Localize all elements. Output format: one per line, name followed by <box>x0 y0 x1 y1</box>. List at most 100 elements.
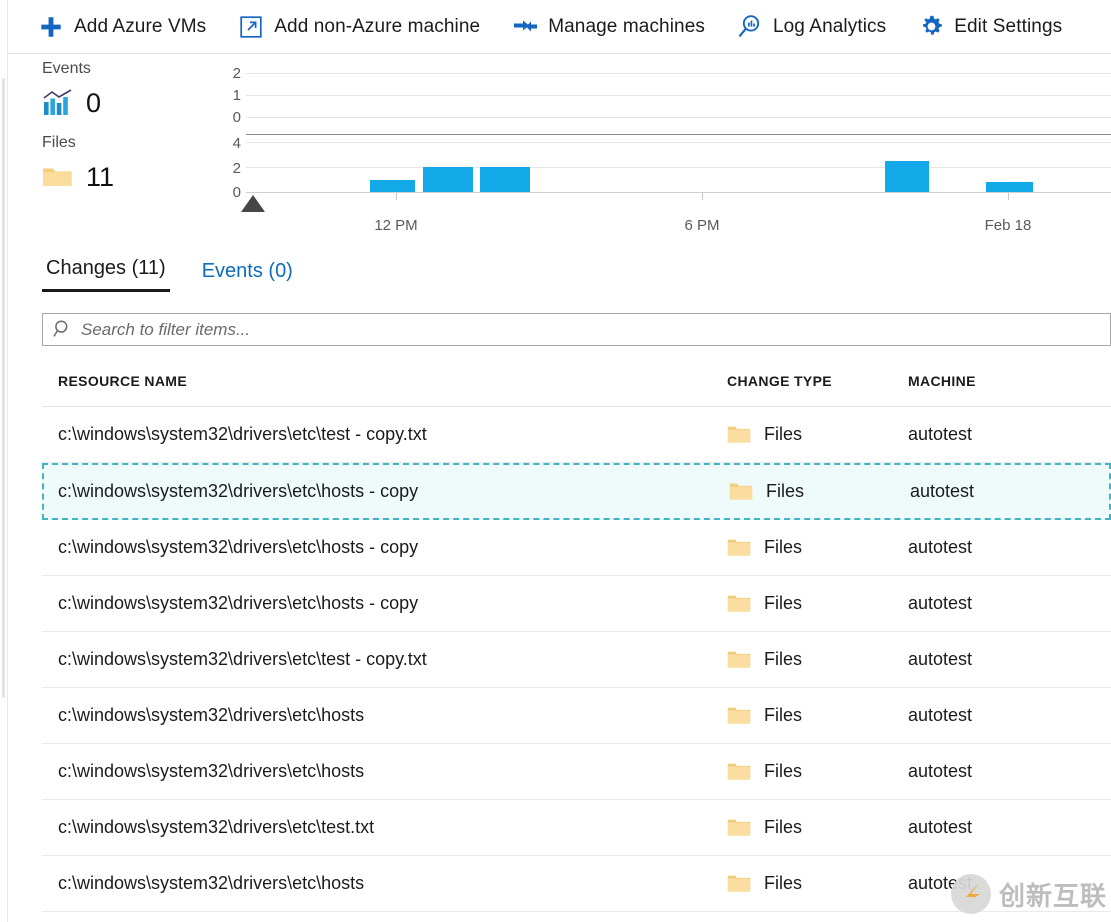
ytick-files-2: 2 <box>233 161 241 176</box>
manage-machines-icon <box>512 14 538 40</box>
gridline-events-1 <box>246 95 1111 96</box>
search-input[interactable] <box>79 315 1110 344</box>
table-row[interactable]: c:\windows\system32\drivers\etc\hostsFil… <box>42 744 1111 800</box>
table-row[interactable]: c:\windows\system32\drivers\etc\hosts - … <box>42 576 1111 632</box>
add-non-azure-machine-button[interactable]: Add non-Azure machine <box>238 0 494 54</box>
table-body: c:\windows\system32\drivers\etc\test - c… <box>42 407 1111 912</box>
folder-icon <box>727 817 753 839</box>
tab-changes-label: Changes (11) <box>46 257 166 279</box>
change-type-label: Files <box>764 649 802 670</box>
manage-machines-label: Manage machines <box>548 16 705 38</box>
files-count: 11 <box>86 162 114 192</box>
cell-machine: autotest <box>908 649 1111 670</box>
ytick-events-2: 2 <box>233 66 241 81</box>
column-header-resource-name[interactable]: RESOURCE NAME <box>42 373 727 389</box>
folder-icon <box>42 161 80 193</box>
cell-machine: autotest <box>908 424 1111 445</box>
cell-resource-name: c:\windows\system32\drivers\etc\hosts <box>42 873 727 894</box>
change-type-label: Files <box>764 424 802 445</box>
add-azure-vms-button[interactable]: Add Azure VMs <box>38 0 220 54</box>
cell-machine: autotest <box>908 705 1111 726</box>
cell-change-type: Files <box>727 593 908 615</box>
cell-resource-name: c:\windows\system32\drivers\etc\test - c… <box>42 424 727 445</box>
gear-icon <box>918 14 944 40</box>
cell-resource-name: c:\windows\system32\drivers\etc\test.txt <box>42 817 727 838</box>
table-row[interactable]: c:\windows\system32\drivers\etc\hosts - … <box>42 520 1111 576</box>
cell-change-type: Files <box>727 761 908 783</box>
change-timeline-chart[interactable]: 2 1 0 4 2 0 12 PM 6 PM Feb 18 <box>203 54 1111 244</box>
cell-resource-name: c:\windows\system32\drivers\etc\hosts - … <box>44 481 729 502</box>
log-analytics-magnifier-icon <box>737 14 763 40</box>
table-row-selected[interactable]: c:\windows\system32\drivers\etc\hosts - … <box>42 463 1111 520</box>
manage-machines-button[interactable]: Manage machines <box>512 0 719 54</box>
cell-change-type: Files <box>727 705 908 727</box>
cell-machine: autotest <box>908 817 1111 838</box>
cell-resource-name: c:\windows\system32\drivers\etc\hosts - … <box>42 537 727 558</box>
log-analytics-label: Log Analytics <box>773 16 886 38</box>
table-row[interactable]: c:\windows\system32\drivers\etc\hostsFil… <box>42 856 1111 912</box>
tab-bar: Changes (11) Events (0) <box>8 248 1111 292</box>
folder-icon <box>729 481 755 503</box>
change-type-label: Files <box>764 537 802 558</box>
folder-icon <box>727 593 753 615</box>
xlabel-feb18: Feb 18 <box>985 217 1032 234</box>
search-icon <box>53 319 75 341</box>
cell-machine: autotest <box>908 537 1111 558</box>
add-azure-vms-label: Add Azure VMs <box>74 16 206 38</box>
summary-and-chart-strip: Events 0 Files <box>8 54 1111 244</box>
edit-settings-label: Edit Settings <box>954 16 1062 38</box>
add-non-azure-machine-label: Add non-Azure machine <box>274 16 480 38</box>
gridline-panel-divider <box>246 134 1111 135</box>
cell-change-type: Files <box>727 817 908 839</box>
cell-change-type: Files <box>727 537 908 559</box>
tab-events[interactable]: Events (0) <box>198 259 297 292</box>
y-axis-labels: 2 1 0 4 2 0 <box>203 54 251 199</box>
table-row[interactable]: c:\windows\system32\drivers\etc\hostsFil… <box>42 688 1111 744</box>
ytick-files-4: 4 <box>233 136 241 151</box>
search-box[interactable] <box>42 313 1111 346</box>
command-bar: Add Azure VMs Add non-Azure machine Mana… <box>8 0 1111 54</box>
cell-machine: autotest <box>910 481 1109 502</box>
chart-bar <box>986 182 1033 192</box>
gridline-events-2 <box>246 73 1111 74</box>
table-row[interactable]: c:\windows\system32\drivers\etc\test - c… <box>42 632 1111 688</box>
change-type-label: Files <box>764 817 802 838</box>
cell-change-type: Files <box>729 481 910 503</box>
files-label: Files <box>42 132 192 154</box>
log-analytics-button[interactable]: Log Analytics <box>737 0 900 54</box>
table-header-row: RESOURCE NAME CHANGE TYPE MACHINE <box>42 356 1111 407</box>
cell-resource-name: c:\windows\system32\drivers\etc\hosts <box>42 705 727 726</box>
folder-icon <box>727 424 753 446</box>
edit-settings-button[interactable]: Edit Settings <box>918 0 1076 54</box>
cell-change-type: Files <box>727 873 908 895</box>
events-bar-chart-icon <box>42 87 80 119</box>
vertical-scrollbar[interactable] <box>2 78 5 698</box>
change-tracking-page: Add Azure VMs Add non-Azure machine Mana… <box>0 0 1111 922</box>
files-stat: 11 <box>42 156 192 198</box>
column-header-machine[interactable]: MACHINE <box>908 373 1111 389</box>
external-link-icon <box>238 14 264 40</box>
xtick-feb18 <box>1008 193 1009 200</box>
gridline-files-0-axis <box>246 192 1111 193</box>
xtick-12pm <box>396 193 397 200</box>
change-type-label: Files <box>764 761 802 782</box>
cell-machine: autotest <box>908 761 1111 782</box>
tab-changes[interactable]: Changes (11) <box>42 256 170 292</box>
cell-machine: autotest <box>908 873 1111 894</box>
table-row[interactable]: c:\windows\system32\drivers\etc\test.txt… <box>42 800 1111 856</box>
column-header-change-type[interactable]: CHANGE TYPE <box>727 373 908 389</box>
chart-bar <box>370 180 415 192</box>
chart-bar <box>423 167 473 192</box>
gridline-files-2 <box>246 167 1111 168</box>
tab-events-label: Events (0) <box>202 260 293 282</box>
cell-change-type: Files <box>727 424 908 446</box>
events-label: Events <box>42 58 192 80</box>
folder-icon <box>727 649 753 671</box>
folder-icon <box>727 537 753 559</box>
xlabel-12pm: 12 PM <box>374 217 417 234</box>
ytick-events-1: 1 <box>233 88 241 103</box>
cell-machine: autotest <box>908 593 1111 614</box>
xlabel-6pm: 6 PM <box>684 217 719 234</box>
time-cursor-triangle-icon[interactable] <box>241 195 265 212</box>
table-row[interactable]: c:\windows\system32\drivers\etc\test - c… <box>42 407 1111 463</box>
